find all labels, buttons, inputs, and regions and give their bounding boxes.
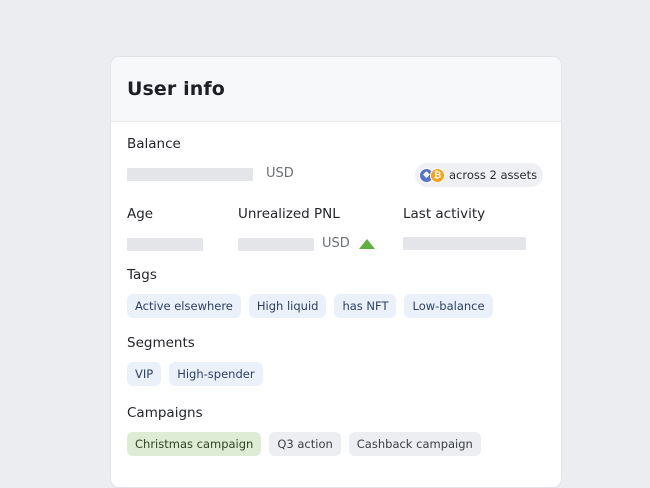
campaign-chip[interactable]: Q3 action (269, 432, 341, 456)
tag-chip[interactable]: High liquid (248, 294, 327, 318)
campaigns-label: Campaigns (127, 405, 203, 421)
pnl-unit: USD (322, 236, 350, 251)
last-activity-label: Last activity (403, 206, 486, 222)
trend-up-icon (359, 239, 375, 249)
tags-list: Active elsewhere High liquid has NFT Low… (127, 294, 493, 318)
tags-label: Tags (127, 267, 157, 283)
pnl-value-placeholder (238, 238, 314, 251)
segment-chip[interactable]: VIP (127, 362, 162, 386)
segment-chip[interactable]: High-spender (169, 362, 263, 386)
tag-chip[interactable]: Low-balance (404, 294, 493, 318)
campaign-chip[interactable]: Cashback campaign (348, 432, 481, 456)
balance-unit: USD (266, 166, 294, 181)
bitcoin-icon: ₿ (430, 167, 445, 183)
tag-chip[interactable]: Active elsewhere (127, 294, 241, 318)
unrealized-pnl-label: Unrealized PNL (238, 206, 340, 222)
card-title: User info (127, 78, 225, 100)
assets-badge[interactable]: ◆ ₿ across 2 assets (415, 163, 544, 187)
last-activity-placeholder (403, 237, 526, 250)
balance-value-placeholder (127, 168, 253, 181)
segments-label: Segments (127, 335, 195, 351)
balance-label: Balance (127, 136, 181, 152)
assets-count-text: across 2 assets (449, 168, 538, 182)
age-label: Age (127, 206, 154, 222)
segments-list: VIP High-spender (127, 362, 263, 386)
age-value-placeholder (127, 238, 203, 251)
user-info-card: User info Balance USD ◆ ₿ across 2 asset… (110, 56, 562, 488)
campaigns-list: Christmas campaign Q3 action Cashback ca… (127, 432, 481, 456)
campaign-chip-active[interactable]: Christmas campaign (127, 432, 262, 456)
tag-chip[interactable]: has NFT (334, 294, 397, 318)
card-header: User info (111, 57, 561, 122)
